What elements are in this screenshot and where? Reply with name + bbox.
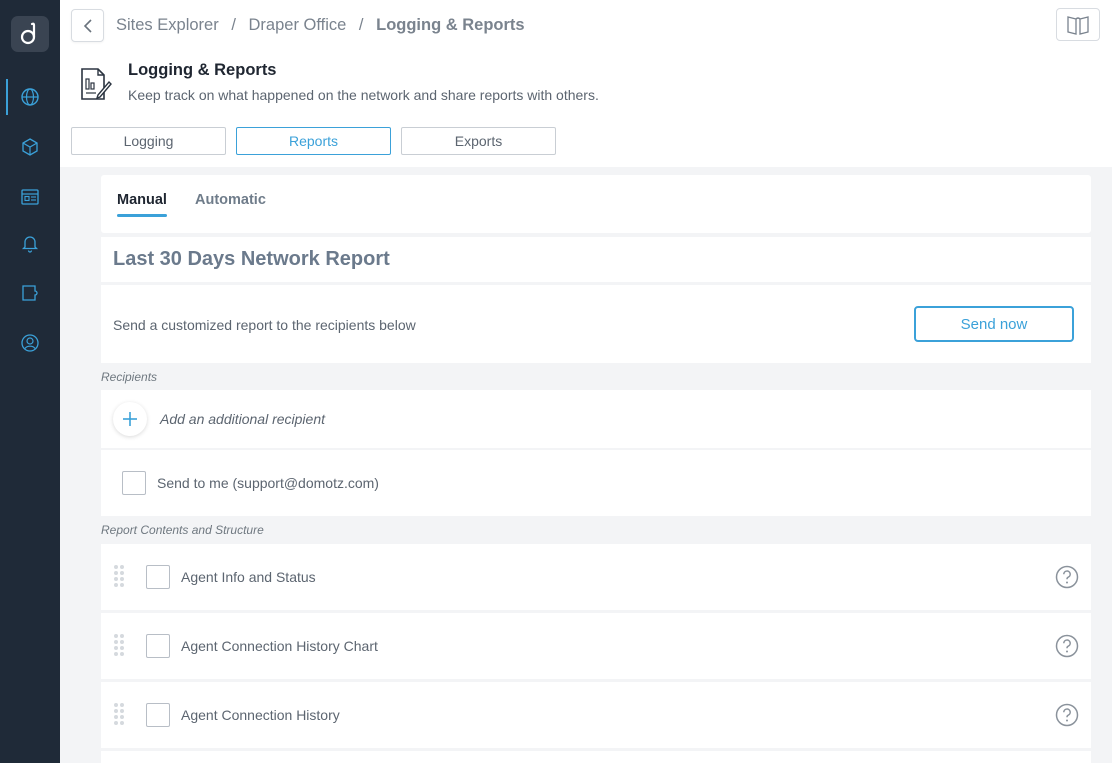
help-icon[interactable] xyxy=(1055,634,1079,658)
row-checkbox[interactable] xyxy=(146,634,170,658)
row-label: Agent Connection History Chart xyxy=(181,638,378,654)
user-icon xyxy=(21,334,39,352)
send-to-me-label: Send to me (support@domotz.com) xyxy=(157,475,379,491)
breadcrumb-separator: / xyxy=(231,16,236,34)
send-report-description: Send a customized report to the recipien… xyxy=(113,317,416,333)
breadcrumb-draper-office[interactable]: Draper Office xyxy=(249,16,347,34)
breadcrumb: Sites Explorer / Draper Office / Logging… xyxy=(116,16,525,35)
page-title: Logging & Reports xyxy=(128,61,277,79)
tab-logging[interactable]: Logging xyxy=(71,127,226,155)
send-to-me-row: Send to me (support@domotz.com) xyxy=(101,450,1091,516)
rail-item-dashboard[interactable] xyxy=(0,179,60,215)
rail-item-devices[interactable] xyxy=(0,129,60,165)
tab-manual[interactable]: Manual xyxy=(117,192,167,217)
back-button[interactable] xyxy=(71,9,104,42)
rail-item-account[interactable] xyxy=(0,325,60,361)
row-label: Agent Connection History xyxy=(181,707,340,723)
row-checkbox[interactable] xyxy=(146,565,170,589)
row-checkbox[interactable] xyxy=(146,703,170,727)
report-title-card: Last 30 Days Network Report xyxy=(101,237,1091,282)
report-mode-tabs: Manual Automatic xyxy=(101,175,1091,233)
list-item: Agent Connection History Chart xyxy=(101,613,1091,679)
logo-icon xyxy=(20,22,36,45)
tab-reports[interactable]: Reports xyxy=(236,127,391,155)
add-recipient-button[interactable] xyxy=(113,402,147,436)
list-item: Agent Info and Status xyxy=(101,544,1091,610)
book-icon xyxy=(1067,15,1089,35)
drag-handle-icon[interactable] xyxy=(113,564,125,588)
help-icon[interactable] xyxy=(1055,565,1079,589)
dashboard-icon xyxy=(21,189,39,205)
puzzle-icon xyxy=(22,285,38,301)
drag-handle-icon[interactable] xyxy=(113,633,125,657)
rail-item-sites[interactable] xyxy=(0,79,60,115)
report-contents-label: Report Contents and Structure xyxy=(101,523,264,537)
recipients-label: Recipients xyxy=(101,370,158,384)
drag-handle-icon[interactable] xyxy=(113,702,125,726)
add-recipient-label[interactable]: Add an additional recipient xyxy=(160,411,325,427)
breadcrumb-sites-explorer[interactable]: Sites Explorer xyxy=(116,16,219,34)
chevron-left-icon xyxy=(83,18,92,33)
send-to-me-checkbox[interactable] xyxy=(122,471,146,495)
documentation-button[interactable] xyxy=(1056,8,1100,41)
send-report-card: Send a customized report to the recipien… xyxy=(101,285,1091,363)
report-document-icon xyxy=(81,68,112,100)
domotz-logo[interactable] xyxy=(11,16,49,52)
globe-icon xyxy=(21,88,39,106)
breadcrumb-separator: / xyxy=(358,16,364,34)
tab-automatic[interactable]: Automatic xyxy=(195,192,266,208)
rail-item-alerts[interactable] xyxy=(0,225,60,261)
tab-exports[interactable]: Exports xyxy=(401,127,556,155)
add-recipient-row[interactable]: Add an additional recipient xyxy=(101,390,1091,448)
send-now-button[interactable]: Send now xyxy=(914,306,1074,342)
report-title: Last 30 Days Network Report xyxy=(113,248,390,270)
rail-item-integrations[interactable] xyxy=(0,275,60,311)
help-icon[interactable] xyxy=(1055,703,1079,727)
plus-icon xyxy=(123,412,137,426)
list-item: Agent Connection History xyxy=(101,682,1091,748)
cubes-icon xyxy=(22,138,38,156)
page-subtitle: Keep track on what happened on the netwo… xyxy=(128,87,599,103)
row-label: Agent Info and Status xyxy=(181,569,316,585)
list-item xyxy=(101,751,1091,763)
sidebar-rail xyxy=(0,0,60,763)
page-header: Sites Explorer / Draper Office / Logging… xyxy=(60,0,1112,167)
breadcrumb-current: Logging & Reports xyxy=(376,16,525,34)
bell-icon xyxy=(21,236,39,253)
